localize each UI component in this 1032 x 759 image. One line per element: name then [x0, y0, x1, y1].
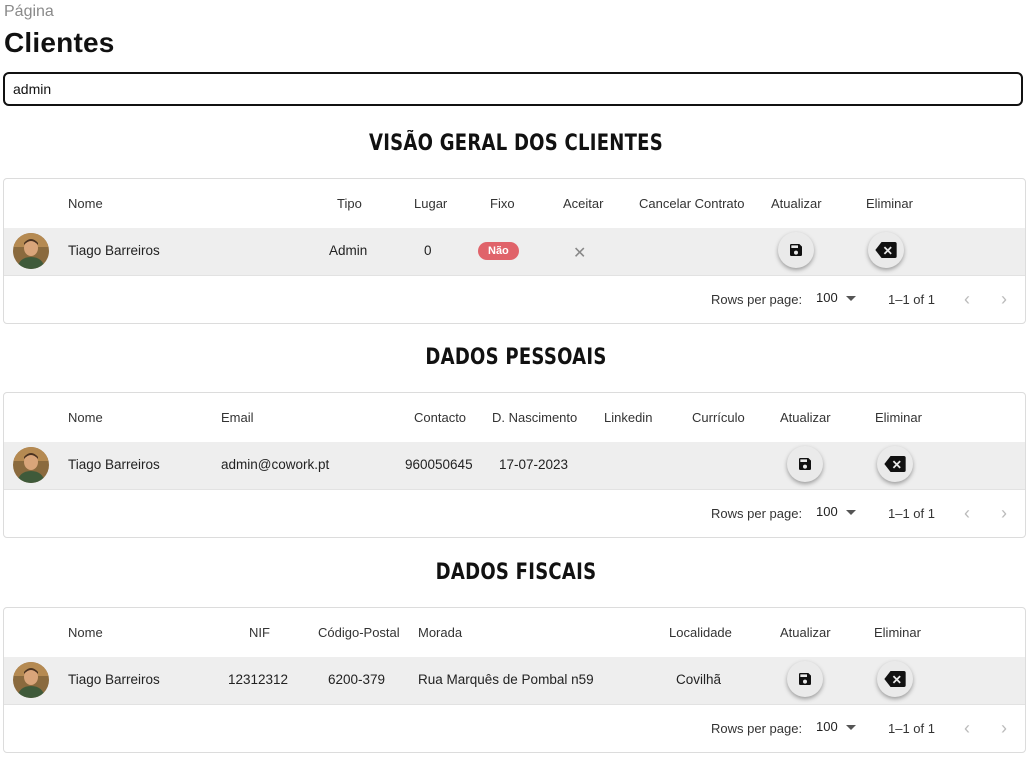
cell-nif: 12312312 — [228, 672, 289, 687]
rows-per-page-value: 100 — [816, 290, 838, 305]
avatar — [13, 233, 49, 269]
chevron-right-icon[interactable]: › — [1001, 718, 1007, 739]
fixo-status-badge: Não — [478, 242, 519, 260]
rows-per-page-select[interactable]: 100 — [816, 504, 856, 519]
rows-per-page-select[interactable]: 100 — [816, 290, 856, 305]
chevron-left-icon[interactable]: ‹ — [964, 503, 970, 524]
search-box — [3, 72, 1023, 106]
close-icon[interactable]: ✕ — [573, 243, 586, 263]
backspace-icon — [884, 671, 906, 687]
update-button[interactable] — [778, 232, 814, 268]
column-header-morada[interactable]: Morada — [418, 625, 462, 640]
overview-table: Nome Tipo Lugar Fixo Aceitar Cancelar Co… — [3, 178, 1026, 324]
rows-per-page-label: Rows per page: — [711, 292, 803, 307]
cell-nome: Tiago Barreiros — [68, 457, 160, 472]
section-title-fiscal: DADOS FISCAIS — [435, 560, 597, 585]
column-header-lugar[interactable]: Lugar — [414, 196, 447, 211]
column-header-fixo[interactable]: Fixo — [490, 196, 515, 211]
cell-codigo-postal: 6200-379 — [328, 672, 386, 687]
table-row[interactable]: Tiago Barreiros admin@cowork.pt 96005064… — [4, 442, 1025, 490]
save-icon — [790, 244, 802, 256]
column-header-nome[interactable]: Nome — [68, 625, 103, 640]
column-header-atualizar[interactable]: Atualizar — [780, 410, 831, 425]
section-title-overview: VISÃO GERAL DOS CLIENTES — [369, 131, 663, 156]
column-header-eliminar[interactable]: Eliminar — [866, 196, 913, 211]
rows-per-page-label: Rows per page: — [711, 721, 803, 736]
cell-morada: Rua Marquês de Pombal n59 — [418, 672, 594, 687]
section-title-personal: DADOS PESSOAIS — [425, 345, 607, 370]
table-row[interactable]: Tiago Barreiros 12312312 6200-379 Rua Ma… — [4, 657, 1025, 705]
column-header-eliminar[interactable]: Eliminar — [874, 625, 921, 640]
cell-lugar: 0 — [424, 243, 432, 258]
delete-button[interactable] — [877, 446, 913, 482]
breadcrumb: Página — [4, 3, 54, 20]
rows-per-page-value: 100 — [816, 719, 838, 734]
chevron-right-icon[interactable]: › — [1001, 503, 1007, 524]
column-header-eliminar[interactable]: Eliminar — [875, 410, 922, 425]
column-header-tipo[interactable]: Tipo — [337, 196, 362, 211]
cell-nome: Tiago Barreiros — [68, 243, 160, 258]
chevron-left-icon[interactable]: ‹ — [964, 289, 970, 310]
update-button[interactable] — [787, 446, 823, 482]
column-header-codigo-postal[interactable]: Código-Postal — [318, 625, 400, 640]
pagination: Rows per page: 100 1–1 of 1 ‹ › — [4, 705, 1025, 753]
avatar — [13, 447, 49, 483]
search-input[interactable] — [5, 74, 1021, 104]
column-header-linkedin[interactable]: Linkedin — [604, 410, 652, 425]
delete-button[interactable] — [868, 232, 904, 268]
column-header-nascimento[interactable]: D. Nascimento — [492, 410, 577, 425]
pagination-range: 1–1 of 1 — [888, 506, 935, 521]
pagination: Rows per page: 100 1–1 of 1 ‹ › — [4, 276, 1025, 324]
cell-nome: Tiago Barreiros — [68, 672, 160, 687]
table-header: Nome Tipo Lugar Fixo Aceitar Cancelar Co… — [4, 179, 1025, 229]
caret-down-icon — [845, 510, 856, 516]
save-icon — [799, 673, 811, 685]
column-header-contacto[interactable]: Contacto — [414, 410, 466, 425]
column-header-nome[interactable]: Nome — [68, 196, 103, 211]
cell-nascimento: 17-07-2023 — [499, 457, 569, 472]
pagination: Rows per page: 100 1–1 of 1 ‹ › — [4, 490, 1025, 538]
chevron-right-icon[interactable]: › — [1001, 289, 1007, 310]
table-header: Nome Email Contacto D. Nascimento Linked… — [4, 393, 1025, 443]
column-header-localidade[interactable]: Localidade — [669, 625, 732, 640]
cell-contacto: 960050645 — [405, 457, 473, 472]
save-icon — [799, 458, 811, 470]
column-header-atualizar[interactable]: Atualizar — [771, 196, 822, 211]
personal-table: Nome Email Contacto D. Nascimento Linked… — [3, 392, 1026, 538]
pagination-range: 1–1 of 1 — [888, 292, 935, 307]
pagination-range: 1–1 of 1 — [888, 721, 935, 736]
update-button[interactable] — [787, 661, 823, 697]
cell-email: admin@cowork.pt — [221, 457, 330, 472]
backspace-icon — [884, 456, 906, 472]
delete-button[interactable] — [877, 661, 913, 697]
cell-localidade: Covilhã — [676, 672, 722, 687]
column-header-curriculo[interactable]: Currículo — [692, 410, 745, 425]
fiscal-table: Nome NIF Código-Postal Morada Localidade… — [3, 607, 1026, 753]
table-header: Nome NIF Código-Postal Morada Localidade… — [4, 608, 1025, 658]
chevron-left-icon[interactable]: ‹ — [964, 718, 970, 739]
column-header-nif[interactable]: NIF — [249, 625, 270, 640]
column-header-cancelar-contrato[interactable]: Cancelar Contrato — [639, 196, 745, 211]
column-header-atualizar[interactable]: Atualizar — [780, 625, 831, 640]
column-header-email[interactable]: Email — [221, 410, 254, 425]
caret-down-icon — [845, 725, 856, 731]
caret-down-icon — [845, 296, 856, 302]
cell-tipo: Admin — [329, 243, 368, 258]
column-header-aceitar[interactable]: Aceitar — [563, 196, 603, 211]
rows-per-page-value: 100 — [816, 504, 838, 519]
rows-per-page-label: Rows per page: — [711, 506, 803, 521]
backspace-icon — [875, 242, 897, 258]
rows-per-page-select[interactable]: 100 — [816, 719, 856, 734]
column-header-nome[interactable]: Nome — [68, 410, 103, 425]
avatar — [13, 662, 49, 698]
table-row[interactable]: Tiago Barreiros Admin 0 Não ✕ — [4, 228, 1025, 276]
page-title: Clientes — [4, 27, 115, 58]
